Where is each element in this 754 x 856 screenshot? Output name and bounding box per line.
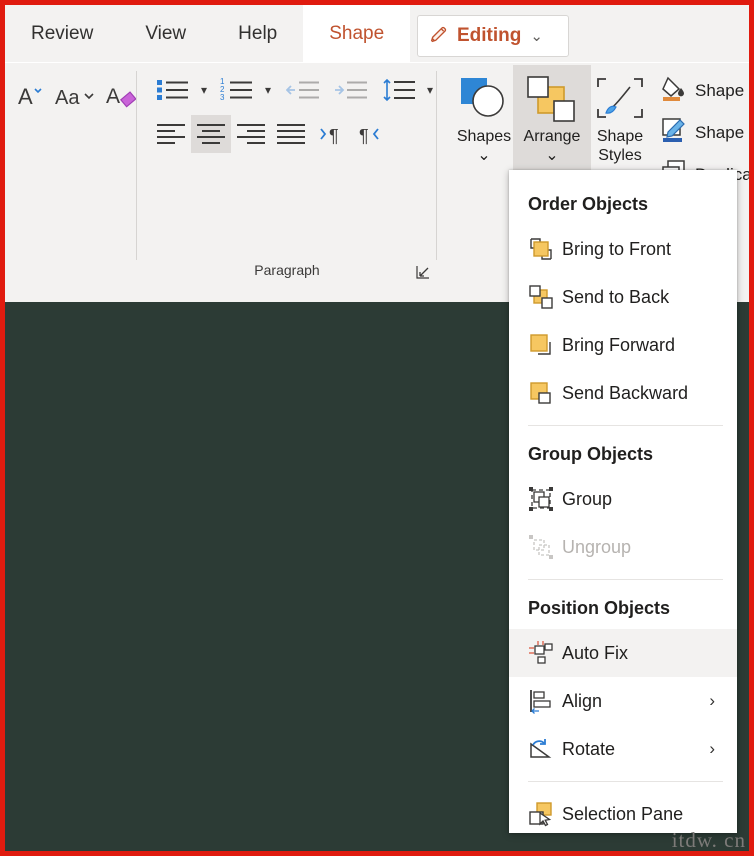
send-backward-icon (528, 380, 562, 406)
chevron-right-icon: › (709, 691, 715, 710)
menu-section-heading-position-objects: Position Objects (528, 598, 671, 618)
shape-styles-gallery-button[interactable]: Shape Styles (581, 65, 659, 183)
menu-section-heading-group-objects: Group Objects (528, 444, 654, 464)
shape-styles-label2: Styles (598, 147, 642, 164)
menu-item-label: Send Backward (562, 382, 689, 403)
menu-item-label: Group (562, 488, 613, 509)
align-left-button[interactable] (151, 115, 191, 153)
editing-mode-button[interactable]: Editing ⌄ (417, 15, 569, 57)
text-direction-rtl-button[interactable]: ¶ (355, 115, 391, 153)
bring-forward-icon (528, 332, 562, 358)
group-icon (528, 486, 562, 512)
application-window: Review View Help Shape Editing ⌄ A Aa A … (0, 0, 754, 856)
svg-text:Aa: Aa (55, 87, 80, 109)
svg-text:A: A (106, 85, 120, 108)
menu-section-heading-order-objects: Order Objects (528, 194, 649, 214)
paragraph-group-label: Paragraph (254, 262, 320, 278)
align-icon (528, 688, 562, 714)
numbering-button[interactable]: 1 2 3 (215, 71, 259, 109)
arrange-gallery-button[interactable]: Arrange ⌄ (513, 65, 591, 183)
ungroup-icon (528, 534, 562, 560)
tab-shape[interactable]: Shape (303, 5, 411, 62)
menu-item-bring-to-front[interactable]: Bring to Front (509, 225, 737, 273)
decrease-indent-button (281, 71, 325, 109)
shape-styles-icon (594, 71, 646, 127)
pencil-icon (428, 23, 450, 50)
svg-text:3: 3 (220, 93, 225, 102)
tab-review[interactable]: Review (5, 5, 119, 62)
menu-item-label: Send to Back (562, 286, 670, 307)
change-case-button[interactable]: Aa (53, 75, 103, 115)
align-right-button[interactable] (231, 115, 271, 153)
shapes-icon (458, 71, 510, 127)
arrange-icon (526, 71, 578, 127)
menu-divider (528, 781, 723, 782)
ribbon-group-paragraph: ▾ 1 2 3 ▾ ▾ ¶ ¶ Paragraph (137, 63, 437, 302)
shape-outline-icon (661, 117, 687, 148)
arrange-chevron-icon: ⌄ (545, 147, 559, 164)
watermark: itdw. cn (671, 828, 746, 852)
svg-text:¶: ¶ (329, 126, 339, 146)
menu-item-label: Ungroup (562, 536, 632, 557)
menu-item-bring-forward[interactable]: Bring Forward (509, 321, 737, 369)
send-to-back-icon (528, 284, 562, 310)
shapes-chevron-icon: ⌄ (477, 147, 491, 164)
paragraph-dialog-launcher[interactable] (415, 264, 431, 280)
svg-text:¶: ¶ (359, 126, 369, 146)
svg-text:A: A (18, 84, 33, 109)
auto-fix-icon (528, 640, 562, 666)
tab-help[interactable]: Help (212, 5, 303, 62)
shape-outline-button[interactable]: Shape Outline (661, 117, 754, 148)
bring-to-front-icon (528, 236, 562, 262)
shape-styles-label: Shape (596, 128, 644, 145)
numbering-chevron-icon[interactable]: ▾ (259, 71, 277, 109)
menu-item-label: Align (562, 690, 603, 711)
shape-fill-button[interactable]: Shape Fill (661, 75, 754, 106)
menu-item-group[interactable]: Group (509, 475, 737, 523)
menu-item-align[interactable]: Align › (509, 677, 737, 725)
menu-divider (528, 579, 723, 580)
chevron-right-icon: › (709, 739, 715, 758)
menu-item-send-backward[interactable]: Send Backward (509, 369, 737, 417)
align-center-button[interactable] (191, 115, 231, 153)
shapes-gallery-button[interactable]: Shapes ⌄ (445, 65, 523, 183)
ribbon-tab-strip: Review View Help Shape Editing ⌄ (5, 5, 749, 62)
menu-item-send-to-back[interactable]: Send to Back (509, 273, 737, 321)
rotate-icon (528, 736, 562, 762)
shape-fill-label: Shape Fill (695, 80, 754, 100)
editing-mode-label: Editing (457, 25, 522, 46)
menu-item-rotate[interactable]: Rotate › (509, 725, 737, 773)
shapes-label: Shapes (456, 128, 512, 145)
bullets-chevron-icon[interactable]: ▾ (195, 71, 213, 109)
arrange-dropdown-menu: Order Objects Bring to Front Send to Bac… (509, 170, 737, 833)
menu-item-label: Bring Forward (562, 334, 676, 355)
text-direction-ltr-button[interactable]: ¶ (315, 115, 351, 153)
menu-divider (528, 425, 723, 426)
menu-item-auto-fix[interactable]: Auto Fix (509, 629, 737, 677)
menu-item-label: Selection Pane (562, 803, 684, 824)
shape-outline-label: Shape Outline (695, 122, 754, 142)
menu-item-ungroup: Ungroup (509, 523, 737, 571)
menu-item-label: Rotate (562, 738, 616, 759)
increase-font-size-button[interactable]: A (11, 75, 51, 115)
tab-view[interactable]: View (119, 5, 212, 62)
selection-pane-icon (528, 801, 562, 827)
ribbon-group-font: A Aa A (5, 63, 137, 302)
menu-item-label: Auto Fix (562, 642, 629, 663)
line-spacing-button[interactable] (377, 71, 421, 109)
chevron-down-icon: ⌄ (530, 28, 543, 45)
group-divider (436, 71, 437, 260)
justify-button[interactable] (271, 115, 311, 153)
shape-fill-icon (661, 75, 687, 106)
clear-formatting-button[interactable]: A (101, 75, 141, 115)
menu-item-label: Bring to Front (562, 238, 672, 259)
increase-indent-button (329, 71, 373, 109)
bullets-button[interactable] (151, 71, 195, 109)
arrange-label: Arrange (523, 128, 581, 145)
